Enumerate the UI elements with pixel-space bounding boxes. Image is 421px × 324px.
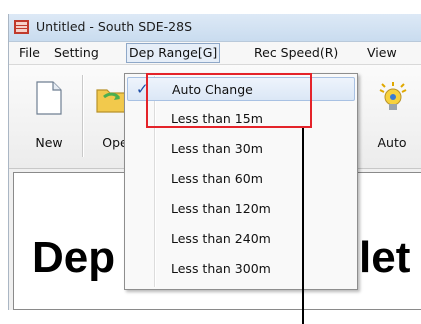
- option-less-than-120m[interactable]: Less than 120m: [127, 197, 355, 221]
- depth-heading-right: let: [359, 233, 411, 282]
- menu-view[interactable]: View: [367, 45, 397, 61]
- menu-setting[interactable]: Setting: [54, 45, 99, 61]
- annotation-highlight-box: [146, 73, 312, 128]
- auto-bulb-icon: [379, 82, 407, 110]
- option-less-than-240m[interactable]: Less than 240m: [127, 227, 355, 251]
- annotation-callout-line: [302, 128, 304, 324]
- app-logo-icon: [14, 20, 29, 34]
- new-button-label: New: [35, 135, 63, 150]
- option-label: Less than 30m: [171, 141, 263, 156]
- menu-file[interactable]: File: [19, 45, 40, 61]
- option-less-than-300m[interactable]: Less than 300m: [127, 257, 355, 281]
- menu-rec-speed[interactable]: Rec Speed(R): [254, 45, 338, 61]
- option-label: Less than 60m: [171, 171, 263, 186]
- toolbar-separator: [82, 75, 84, 157]
- auto-button-label: Auto: [377, 135, 407, 150]
- title-bar[interactable]: Untitled - South SDE-28S: [9, 14, 421, 42]
- option-label: Less than 300m: [171, 261, 271, 276]
- option-less-than-30m[interactable]: Less than 30m: [127, 137, 355, 161]
- menu-bar: File Setting Dep Range[G] Rec Speed(R) V…: [9, 42, 421, 65]
- new-button[interactable]: New: [23, 75, 75, 153]
- option-label: Less than 120m: [171, 201, 271, 216]
- auto-button[interactable]: Auto: [366, 75, 418, 153]
- menu-dep-range[interactable]: Dep Range[G]: [126, 43, 221, 63]
- option-label: Less than 240m: [171, 231, 271, 246]
- new-document-icon: [36, 81, 62, 115]
- option-less-than-60m[interactable]: Less than 60m: [127, 167, 355, 191]
- depth-heading-left: Dep: [32, 233, 116, 282]
- window-title: Untitled - South SDE-28S: [36, 19, 193, 34]
